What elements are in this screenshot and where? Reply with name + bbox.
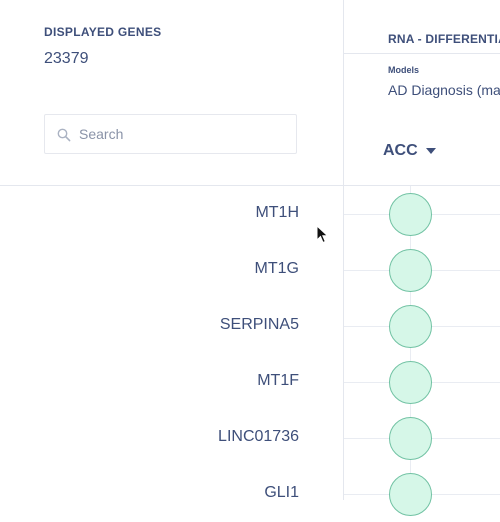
table-row: MT1F: [0, 354, 500, 410]
tissue-dropdown[interactable]: ACC: [383, 140, 436, 162]
gene-rows: MT1H MT1G SERPINA5 MT1F LINC01736 GLI1: [0, 186, 500, 516]
search-icon: [57, 128, 71, 142]
caret-down-icon: [425, 148, 436, 154]
table-row: GLI1: [0, 466, 500, 522]
table-row: MT1G: [0, 242, 500, 298]
rna-header-panel: RNA - DIFFERENTIAL EXPRESSION Models AD …: [344, 0, 500, 185]
expression-dot[interactable]: [389, 305, 432, 348]
gene-name[interactable]: MT1F: [257, 372, 299, 390]
search-input[interactable]: [79, 115, 289, 153]
gene-name[interactable]: GLI1: [264, 484, 299, 502]
table-row: LINC01736: [0, 410, 500, 466]
expression-dot[interactable]: [389, 473, 432, 516]
gene-name[interactable]: MT1H: [255, 204, 299, 222]
model-selector[interactable]: AD Diagnosis (males and females): [388, 82, 500, 98]
rna-panel-title: RNA - DIFFERENTIAL EXPRESSION: [388, 32, 500, 46]
displayed-genes-count: 23379: [44, 50, 89, 67]
displayed-genes-title: DISPLAYED GENES: [44, 25, 162, 39]
rna-title-divider: [344, 53, 500, 54]
search-box[interactable]: [44, 114, 297, 154]
table-row: SERPINA5: [0, 298, 500, 354]
models-label: Models: [388, 65, 420, 75]
table-row: MT1H: [0, 186, 500, 242]
expression-dot[interactable]: [389, 361, 432, 404]
expression-dot[interactable]: [389, 417, 432, 460]
mouse-pointer-icon: [316, 225, 329, 244]
expression-dot[interactable]: [389, 193, 432, 236]
tissue-label: ACC: [383, 142, 418, 159]
gene-name[interactable]: SERPINA5: [220, 316, 299, 334]
expression-dot[interactable]: [389, 249, 432, 292]
gene-name[interactable]: LINC01736: [218, 428, 299, 446]
gene-name[interactable]: MT1G: [255, 260, 299, 278]
genes-header-panel: DISPLAYED GENES 23379: [0, 0, 343, 185]
